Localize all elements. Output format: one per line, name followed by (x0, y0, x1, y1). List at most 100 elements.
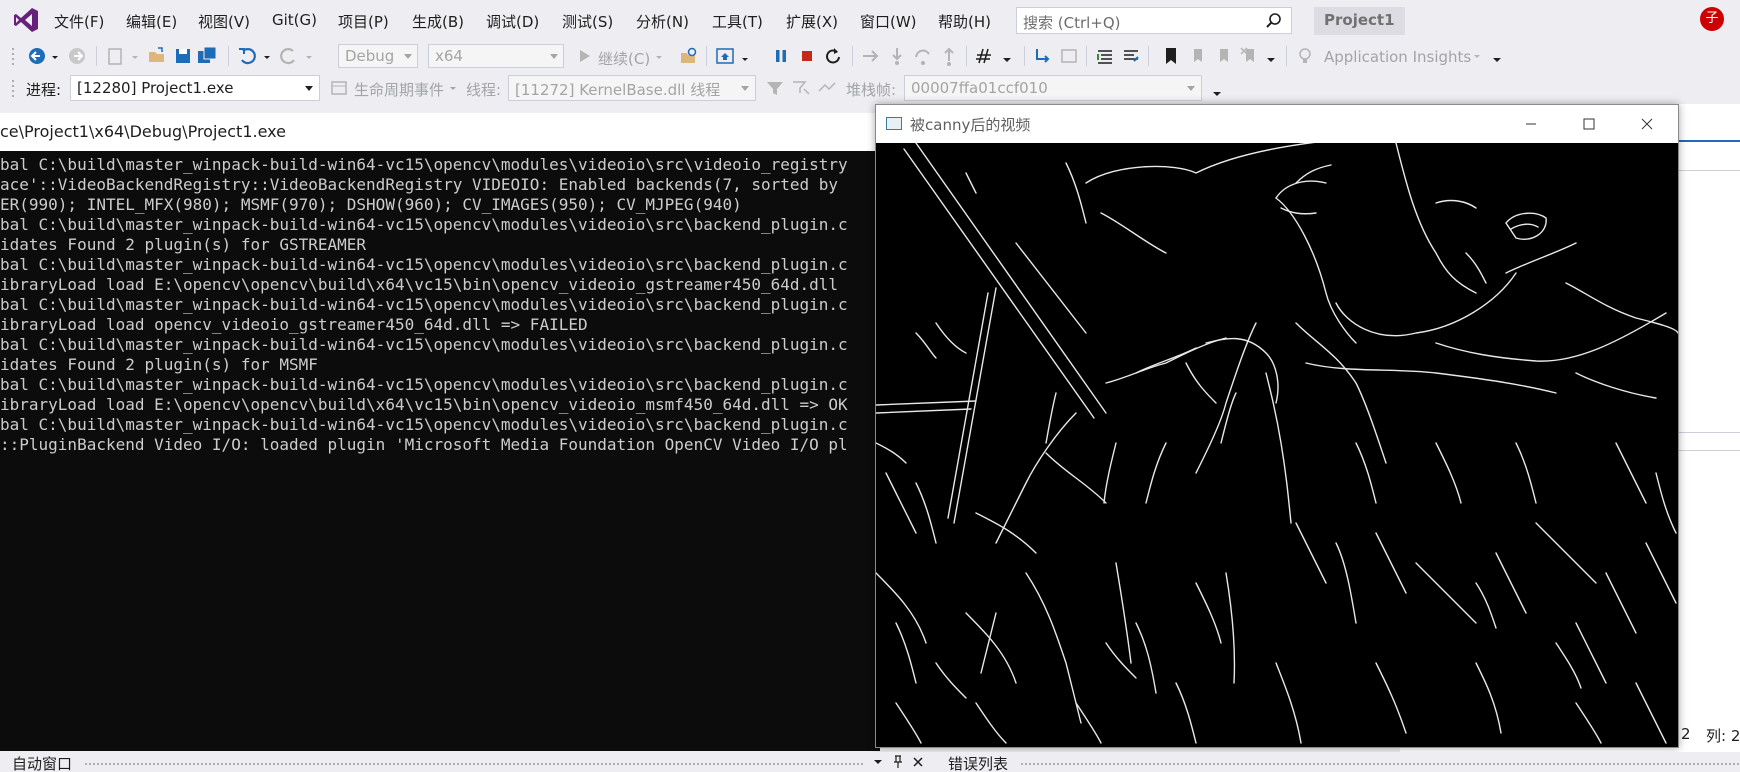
menu-item[interactable]: 生成(B) (412, 11, 464, 32)
console-line: bal C:\build\master_winpack-build-win64-… (0, 255, 848, 274)
console-line: ibraryLoad load E:\opencv\opencv\build\x… (0, 395, 848, 414)
console-line: bal C:\build\master_winpack-build-win64-… (0, 335, 848, 354)
uncomment-lines-icon[interactable] (1120, 45, 1142, 67)
toolbar-grip-icon[interactable] (10, 77, 16, 99)
clear-bookmarks-icon[interactable] (1238, 45, 1260, 67)
panel-close-icon[interactable] (912, 756, 924, 768)
console-line: bal C:\build\master_winpack-build-win64-… (0, 215, 848, 234)
solution-config-value: Debug (345, 47, 395, 65)
menu-item[interactable]: 调试(D) (486, 11, 539, 32)
application-insights-icon[interactable] (1294, 45, 1316, 67)
menu-item[interactable]: Git(G) (272, 11, 317, 29)
continue-dropdown-icon[interactable] (654, 45, 664, 67)
console-output[interactable]: bal C:\build\master_winpack-build-win64-… (0, 151, 880, 751)
find-in-files-icon[interactable] (678, 45, 700, 67)
undo-icon[interactable] (236, 45, 258, 67)
thread-value: [11272] KernelBase.dll 线程 (515, 81, 721, 99)
show-next-statement-icon[interactable] (860, 45, 882, 67)
menu-bar: 文件(F) 编辑(E) 视图(V) Git(G) 项目(P) 生成(B) 调试(D) 测试(S… (0, 0, 1740, 40)
redo-dropdown-icon[interactable] (304, 45, 314, 67)
window-app-icon (886, 117, 902, 130)
prev-bookmark-icon[interactable] (1186, 45, 1208, 67)
menu-item[interactable]: 帮助(H) (938, 11, 991, 32)
toolbar-separator (1148, 46, 1149, 66)
debug-toolbar-overflow-icon[interactable] (1210, 77, 1224, 99)
platform-dropdown[interactable]: x64 (428, 44, 564, 68)
lifecycle-events-label[interactable]: 生命周期事件 (354, 79, 444, 100)
next-bookmark-icon[interactable] (1212, 45, 1234, 67)
toolbar-separator (1086, 46, 1087, 66)
stackframe-dropdown[interactable]: 00007ffa01ccf010 (904, 75, 1202, 101)
process-dropdown[interactable]: [12280] Project1.exe (70, 75, 320, 101)
restart-icon[interactable] (822, 45, 844, 67)
search-input[interactable]: 搜索 (Ctrl+Q) (1016, 7, 1292, 34)
user-avatar[interactable]: 子 (1700, 7, 1724, 31)
menu-item[interactable]: 项目(P) (338, 11, 389, 32)
back-dropdown-icon[interactable] (50, 45, 60, 67)
application-insights-label[interactable]: Application Insights (1324, 48, 1471, 66)
menu-item[interactable]: 视图(V) (198, 11, 250, 32)
menu-item[interactable]: 分析(N) (636, 11, 689, 32)
open-file-icon[interactable] (146, 45, 168, 67)
save-icon[interactable] (172, 45, 194, 67)
visual-studio-logo-icon[interactable] (12, 6, 40, 34)
canny-window-title-bar[interactable]: 被canny后的视频 (876, 105, 1678, 143)
navigate-forward-icon[interactable] (66, 45, 88, 67)
application-window-icon[interactable] (714, 45, 736, 67)
flag-threads-icon[interactable] (790, 77, 812, 99)
step-over-icon[interactable] (912, 45, 934, 67)
menu-item[interactable]: 编辑(E) (126, 11, 177, 32)
console-line: ibraryLoad load opencv_videoio_gstreamer… (0, 315, 588, 334)
step-into-specific-icon[interactable] (1032, 45, 1054, 67)
undo-dropdown-icon[interactable] (262, 45, 272, 67)
step-into-icon[interactable] (886, 45, 908, 67)
error-list-title[interactable]: 错误列表 (948, 753, 1008, 772)
lifecycle-events-icon[interactable] (328, 77, 350, 99)
console-line: ibraryLoad load E:\opencv\opencv\build\x… (0, 275, 839, 294)
thread-dropdown[interactable]: [11272] KernelBase.dll 线程 (508, 75, 756, 101)
console-title-bar[interactable]: ce\Project1\x64\Debug\Project1.exe (0, 113, 880, 151)
panel-grip (1020, 762, 1740, 766)
navigate-back-icon[interactable] (26, 45, 48, 67)
continue-label[interactable]: 继续(C) (598, 48, 650, 69)
minimize-icon[interactable] (1518, 111, 1544, 137)
close-icon[interactable] (1634, 111, 1660, 137)
canny-video-window[interactable]: 被canny后的视频 (875, 104, 1679, 748)
show-threads-icon[interactable] (1058, 45, 1080, 67)
menu-item[interactable]: 扩展(X) (786, 11, 838, 32)
solution-config-dropdown[interactable]: Debug (338, 44, 418, 68)
window-dropdown-icon[interactable] (740, 45, 750, 67)
toolbar-overflow-icon[interactable] (1490, 45, 1504, 67)
continue-icon[interactable] (574, 45, 596, 67)
menu-item[interactable]: 文件(F) (54, 11, 104, 32)
filter-threads-icon[interactable] (764, 77, 786, 99)
auto-window-title[interactable]: 自动窗口 (12, 753, 72, 772)
maximize-icon[interactable] (1576, 111, 1602, 137)
new-item-icon[interactable] (104, 45, 126, 67)
redo-icon[interactable] (278, 45, 300, 67)
toggle-view-icon[interactable] (816, 77, 838, 99)
app-insights-dropdown-icon[interactable] (1472, 45, 1482, 67)
new-item-dropdown-icon[interactable] (130, 45, 140, 67)
comment-lines-icon[interactable] (1094, 45, 1116, 67)
status-column: 列: 24 (1706, 727, 1740, 745)
menu-item[interactable]: 工具(T) (712, 11, 763, 32)
stop-icon[interactable] (796, 45, 818, 67)
pause-icon[interactable] (770, 45, 792, 67)
lifecycle-dropdown-icon[interactable] (448, 77, 458, 99)
pin-icon[interactable] (892, 755, 904, 769)
console-line: idates Found 2 plugin(s) for MSMF (0, 355, 318, 374)
menu-item[interactable]: 窗口(W) (860, 11, 917, 32)
bookmark-dropdown-icon[interactable] (1264, 45, 1278, 67)
save-all-icon[interactable] (196, 45, 218, 67)
canny-edges-drawing (876, 143, 1678, 744)
process-label: 进程: (26, 81, 62, 99)
panel-dropdown-icon[interactable] (872, 756, 884, 768)
step-out-icon[interactable] (938, 45, 960, 67)
console-line: ER(990); INTEL_MFX(980); MSMF(970); DSHO… (0, 195, 742, 214)
menu-item[interactable]: 测试(S) (562, 11, 613, 32)
bookmark-icon[interactable] (1160, 45, 1182, 67)
hot-reload-icon[interactable] (974, 45, 996, 67)
hot-reload-dropdown-icon[interactable] (1000, 45, 1014, 67)
console-line: bal C:\build\master_winpack-build-win64-… (0, 295, 848, 314)
